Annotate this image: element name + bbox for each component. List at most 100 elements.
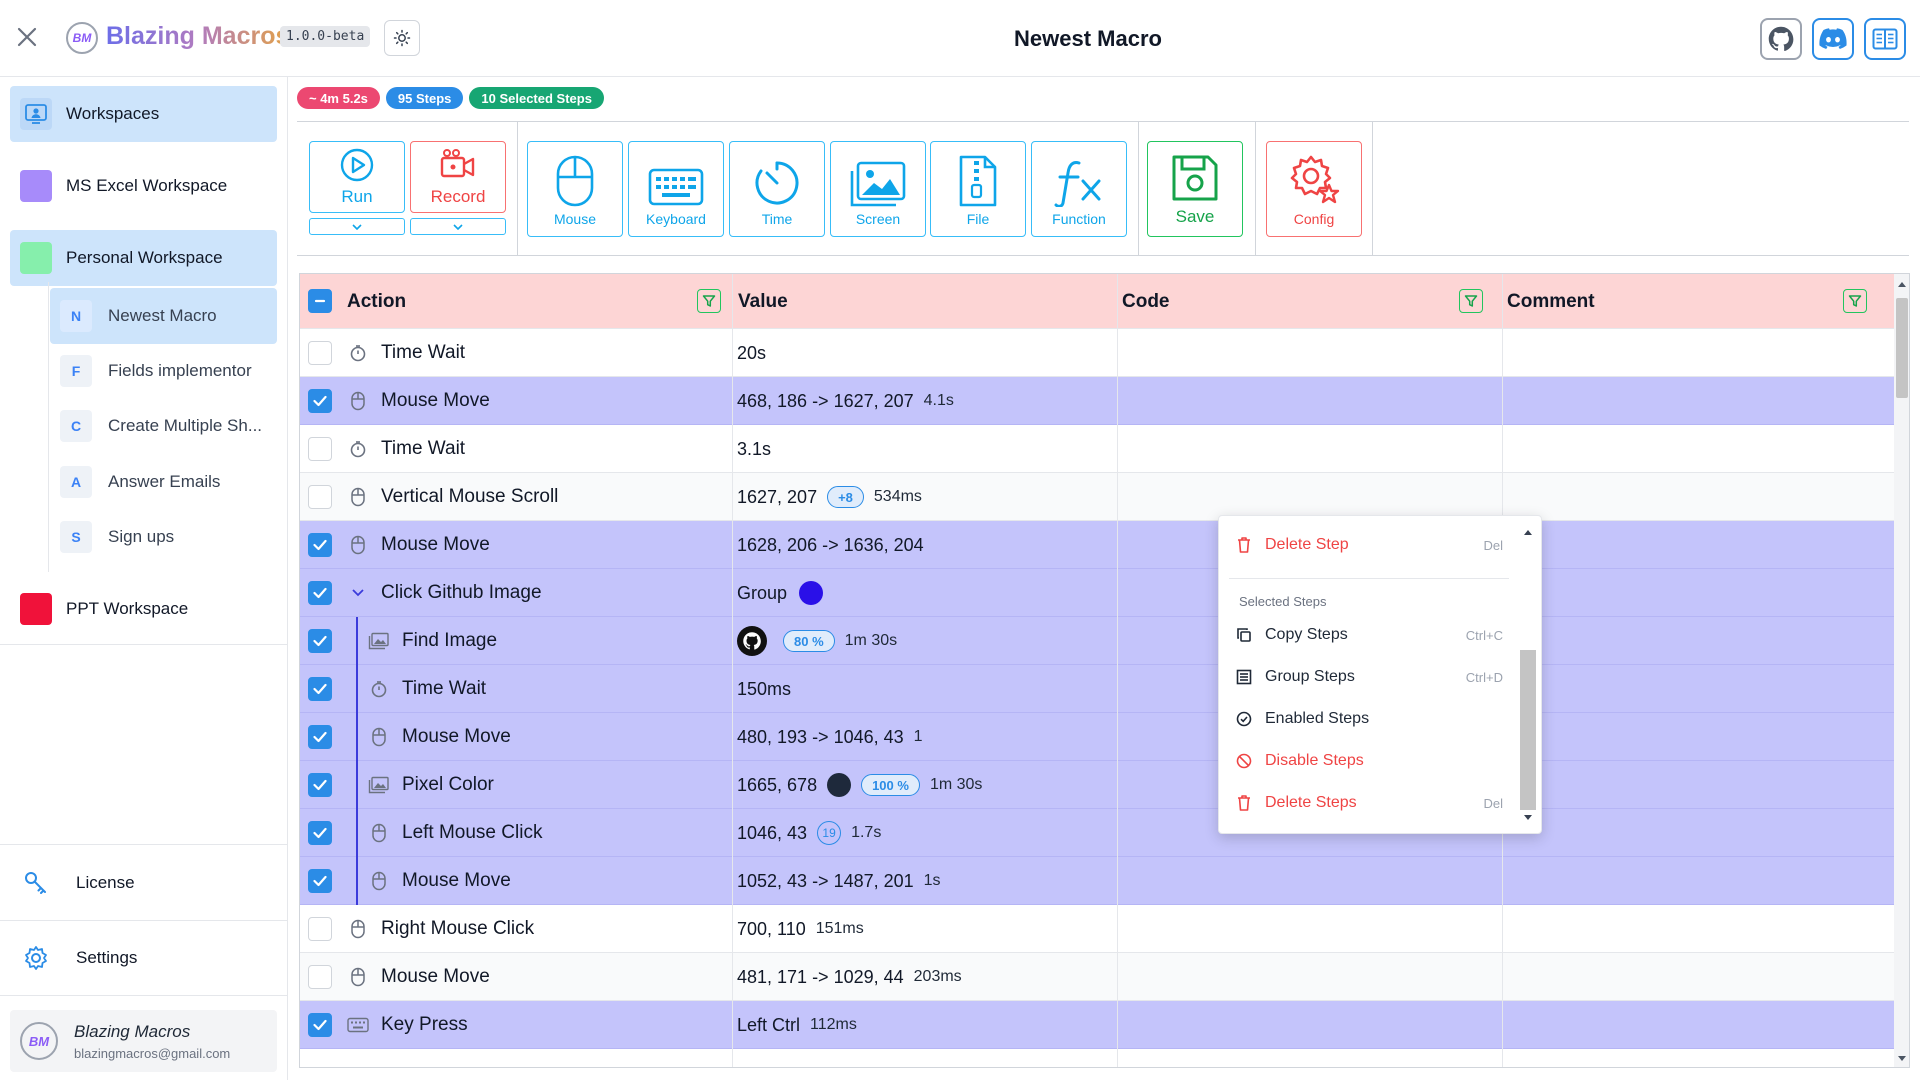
github-button[interactable] <box>1760 18 1802 60</box>
scrollbar-thumb[interactable] <box>1896 298 1908 398</box>
row-action[interactable]: Click Github Image <box>347 569 542 617</box>
row-action[interactable]: Time Wait <box>368 665 486 713</box>
macro-item-create-multiple[interactable]: C Create Multiple Sh... <box>50 398 277 454</box>
table-row[interactable]: Mouse Move 480, 193 -> 1046, 43 1 <box>300 713 1894 761</box>
sidebar-item-workspaces[interactable]: Workspaces <box>10 86 277 142</box>
table-row[interactable]: Mouse Move 468, 186 -> 1627, 207 4.1s <box>300 377 1894 425</box>
table-row[interactable]: Right Mouse Click 700, 110 151ms <box>300 905 1894 953</box>
table-row[interactable]: Click Github Image Group <box>300 569 1894 617</box>
table-row[interactable]: Time Wait 20s <box>300 329 1894 377</box>
row-value[interactable]: Left Ctrl 112ms <box>737 1001 857 1049</box>
chevron-down-icon[interactable] <box>347 582 369 604</box>
row-checkbox[interactable] <box>308 581 332 605</box>
row-action[interactable]: Mouse Move <box>347 521 490 569</box>
record-button[interactable]: Record <box>410 141 506 213</box>
run-button[interactable]: Run <box>309 141 405 213</box>
run-options-dropdown[interactable] <box>309 218 405 235</box>
table-row[interactable]: Mouse Move 1628, 206 -> 1636, 204 <box>300 521 1894 569</box>
row-action[interactable]: Time Wait <box>347 425 465 473</box>
row-action[interactable]: Time Wait <box>347 329 465 377</box>
row-value[interactable]: 1627, 207 +8 534ms <box>737 473 922 521</box>
table-row[interactable]: Left Mouse Click 1046, 43 19 1.7s <box>300 809 1894 857</box>
row-action[interactable]: Mouse Move <box>368 857 511 905</box>
table-row[interactable]: Pixel Color 1665, 678 100 % 1m 30s <box>300 761 1894 809</box>
row-checkbox[interactable] <box>308 437 332 461</box>
row-checkbox[interactable] <box>308 485 332 509</box>
select-all-checkbox[interactable] <box>308 289 332 313</box>
table-row[interactable]: Mouse Move 1052, 43 -> 1487, 201 1s <box>300 857 1894 905</box>
row-checkbox[interactable] <box>308 341 332 365</box>
table-row[interactable]: Find Image 80 % 1m 30s <box>300 617 1894 665</box>
row-checkbox[interactable] <box>308 533 332 557</box>
scrollbar-thumb[interactable] <box>1520 650 1536 810</box>
column-header-comment[interactable]: Comment <box>1507 274 1595 329</box>
save-button[interactable]: Save <box>1147 141 1243 237</box>
row-action[interactable]: Mouse Move <box>368 713 511 761</box>
table-scrollbar[interactable] <box>1894 274 1909 1067</box>
row-checkbox[interactable] <box>308 629 332 653</box>
row-value[interactable]: 480, 193 -> 1046, 43 1 <box>737 713 923 761</box>
discord-button[interactable] <box>1812 18 1854 60</box>
row-value[interactable]: 20s <box>737 329 766 377</box>
code-filter-button[interactable] <box>1459 289 1483 313</box>
close-icon[interactable] <box>14 24 40 50</box>
macro-item-newest-macro[interactable]: N Newest Macro <box>50 288 277 344</box>
row-checkbox[interactable] <box>308 677 332 701</box>
add-keyboard-step-button[interactable]: Keyboard <box>628 141 724 237</box>
row-action[interactable]: Vertical Mouse Scroll <box>347 473 558 521</box>
menu-item-enable-steps[interactable]: Enabled Steps <box>1229 701 1509 737</box>
row-value[interactable]: 481, 171 -> 1029, 44 203ms <box>737 953 962 1001</box>
row-checkbox[interactable] <box>308 1013 332 1037</box>
user-card[interactable]: BM Blazing Macros blazingmacros@gmail.co… <box>10 1010 277 1072</box>
row-action[interactable]: Key Press <box>347 1001 468 1049</box>
sidebar-item-personal-workspace[interactable]: Personal Workspace <box>10 230 277 286</box>
sidebar-item-ms-excel-workspace[interactable]: MS Excel Workspace <box>10 158 277 214</box>
menu-item-delete-step[interactable]: Delete Step Del <box>1229 527 1509 563</box>
row-value[interactable]: 1046, 43 19 1.7s <box>737 809 881 857</box>
table-row[interactable]: Key Press Left Ctrl 112ms <box>300 1001 1894 1049</box>
row-value[interactable]: 1628, 206 -> 1636, 204 <box>737 521 924 569</box>
add-screen-step-button[interactable]: Screen <box>830 141 926 237</box>
column-header-code[interactable]: Code <box>1122 274 1170 329</box>
row-checkbox[interactable] <box>308 917 332 941</box>
row-action[interactable]: Mouse Move <box>347 377 490 425</box>
record-options-dropdown[interactable] <box>410 218 506 235</box>
row-action[interactable]: Right Mouse Click <box>347 905 534 953</box>
row-value[interactable]: 1052, 43 -> 1487, 201 1s <box>737 857 941 905</box>
macro-item-answer-emails[interactable]: A Answer Emails <box>50 454 277 510</box>
row-value[interactable]: 150ms <box>737 665 791 713</box>
menu-scrollbar[interactable] <box>1518 520 1538 829</box>
row-checkbox[interactable] <box>308 389 332 413</box>
comment-filter-button[interactable] <box>1843 289 1867 313</box>
add-time-step-button[interactable]: Time <box>729 141 825 237</box>
macro-item-sign-ups[interactable]: S Sign ups <box>50 509 277 565</box>
theme-toggle-button[interactable] <box>384 20 420 56</box>
action-filter-button[interactable] <box>697 289 721 313</box>
menu-item-disable-steps[interactable]: Disable Steps <box>1229 743 1509 779</box>
sidebar-item-license[interactable]: License <box>10 855 277 911</box>
menu-item-copy-steps[interactable]: Copy Steps Ctrl+C <box>1229 617 1509 653</box>
row-value[interactable]: 468, 186 -> 1627, 207 4.1s <box>737 377 954 425</box>
row-checkbox[interactable] <box>308 773 332 797</box>
add-function-step-button[interactable]: Function <box>1031 141 1127 237</box>
row-checkbox[interactable] <box>308 869 332 893</box>
macro-item-fields-implementor[interactable]: F Fields implementor <box>50 343 277 399</box>
row-value[interactable]: Group <box>737 569 824 617</box>
row-value[interactable]: 80 % 1m 30s <box>737 617 897 665</box>
menu-item-group-steps[interactable]: Group Steps Ctrl+D <box>1229 659 1509 695</box>
column-header-action[interactable]: Action <box>347 274 406 329</box>
row-checkbox[interactable] <box>308 725 332 749</box>
row-checkbox[interactable] <box>308 965 332 989</box>
table-row[interactable]: Mouse Move 481, 171 -> 1029, 44 203ms <box>300 953 1894 1001</box>
column-header-value[interactable]: Value <box>738 274 788 329</box>
table-row[interactable]: Time Wait 3.1s <box>300 425 1894 473</box>
menu-item-delete-steps[interactable]: Delete Steps Del <box>1229 785 1509 821</box>
row-value[interactable]: 700, 110 151ms <box>737 905 864 953</box>
row-action[interactable]: Left Mouse Click <box>368 809 542 857</box>
docs-button[interactable] <box>1864 18 1906 60</box>
row-value[interactable]: 3.1s <box>737 425 771 473</box>
row-action[interactable]: Find Image <box>368 617 497 665</box>
sidebar-item-settings[interactable]: Settings <box>10 930 277 986</box>
config-button[interactable]: Config <box>1266 141 1362 237</box>
add-mouse-step-button[interactable]: Mouse <box>527 141 623 237</box>
